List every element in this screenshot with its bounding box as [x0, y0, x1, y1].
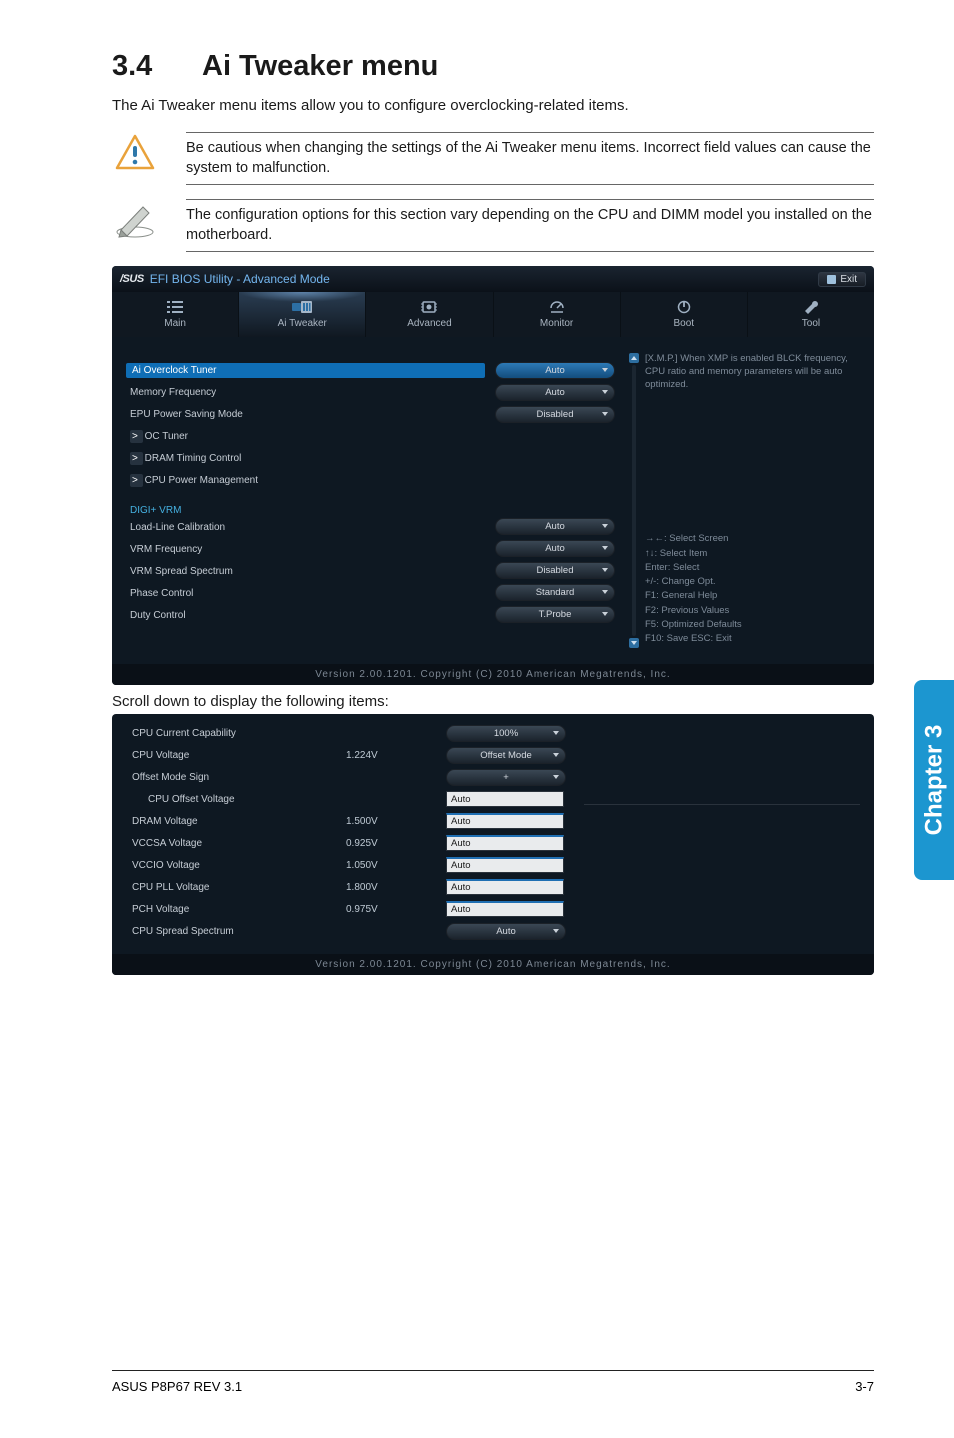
monitor-icon: [494, 298, 620, 316]
scroll-caption: Scroll down to display the following ite…: [112, 693, 874, 710]
row-cpu-pm[interactable]: CPU Power Management: [126, 475, 485, 486]
section-digi-vrm: DIGI+ VRM: [126, 501, 485, 516]
form-area: Ai Overclock Tuner Memory Frequency EPU …: [126, 349, 485, 646]
chip-icon: [366, 298, 492, 316]
warning-icon: [112, 132, 158, 172]
value-column: Auto Auto Disabled Auto Auto Disabled St…: [495, 349, 635, 646]
bios-footer: Version 2.00.1201. Copyright (C) 2010 Am…: [112, 664, 874, 685]
tab-ai-tweaker[interactable]: Ai Tweaker: [239, 292, 366, 337]
tab-advanced[interactable]: Advanced: [366, 292, 493, 337]
tab-boot[interactable]: Boot: [621, 292, 748, 337]
page-footer: ASUS P8P67 REV 3.1 3-7: [112, 1370, 874, 1394]
exit-label: Exit: [840, 274, 857, 285]
tool-icon: [748, 298, 874, 316]
bios-titlebar: /SUS EFI BIOS Utility - Advanced Mode Ex…: [112, 266, 874, 292]
row-cpu-voltage[interactable]: CPU Voltage: [126, 750, 346, 761]
chapter-label: Chapter 3: [920, 725, 948, 836]
exit-icon: [827, 275, 836, 284]
val-epu[interactable]: Disabled: [495, 406, 615, 423]
row-vccio[interactable]: VCCIO Voltage: [126, 860, 346, 871]
exit-button[interactable]: Exit: [818, 272, 866, 287]
row-phase[interactable]: Phase Control: [126, 588, 485, 599]
tab-boot-label: Boot: [621, 318, 747, 329]
tab-monitor[interactable]: Monitor: [494, 292, 621, 337]
input-vccio[interactable]: Auto: [446, 857, 564, 873]
row-cpu-cc[interactable]: CPU Current Capability: [126, 728, 346, 739]
scroll-down-icon[interactable]: [629, 638, 639, 648]
info-text: The configuration options for this secti…: [186, 199, 874, 252]
footer-page-number: 3-7: [855, 1379, 874, 1394]
val-cpu-cc[interactable]: 100%: [446, 725, 566, 742]
val-duty[interactable]: T.Probe: [495, 606, 615, 623]
chapter-tab: Chapter 3: [914, 680, 954, 880]
pencil-icon: [112, 199, 158, 239]
row-duty[interactable]: Duty Control: [126, 610, 485, 621]
page-heading: 3.4Ai Tweaker menu: [112, 50, 874, 83]
tab-bar: Main Ai Tweaker Advanced Monitor: [112, 292, 874, 337]
tab-tool-label: Tool: [748, 318, 874, 329]
tab-main-label: Main: [112, 318, 238, 329]
caution-text: Be cautious when changing the settings o…: [186, 132, 874, 185]
scroll-track[interactable]: [632, 365, 636, 636]
val-ai-overclock[interactable]: Auto: [495, 362, 615, 379]
tab-mon-label: Monitor: [494, 318, 620, 329]
row-vccsa[interactable]: VCCSA Voltage: [126, 838, 346, 849]
heading-number: 3.4: [112, 50, 202, 83]
row-pch[interactable]: PCH Voltage: [126, 904, 346, 915]
row-vrmss[interactable]: VRM Spread Spectrum: [126, 566, 485, 577]
input-dram-voltage[interactable]: Auto: [446, 813, 564, 829]
tab-adv-label: Advanced: [366, 318, 492, 329]
val-vccsa-current: 0.925V: [346, 838, 446, 849]
input-cpu-pll[interactable]: Auto: [446, 879, 564, 895]
brand-logo: /SUS: [120, 273, 144, 285]
row-llc[interactable]: Load-Line Calibration: [126, 522, 485, 533]
info-note: The configuration options for this secti…: [112, 199, 874, 252]
bios-footer-2: Version 2.00.1201. Copyright (C) 2010 Am…: [112, 954, 874, 975]
caution-note: Be cautious when changing the settings o…: [112, 132, 874, 185]
list-icon: [112, 298, 238, 316]
val-cpu-ss[interactable]: Auto: [446, 923, 566, 940]
val-pch-current: 0.975V: [346, 904, 446, 915]
bios-title: EFI BIOS Utility - Advanced Mode: [150, 272, 330, 286]
row-vrmf[interactable]: VRM Frequency: [126, 544, 485, 555]
scrollbar[interactable]: [630, 353, 638, 648]
footer-product: ASUS P8P67 REV 3.1: [112, 1379, 242, 1394]
val-phase[interactable]: Standard: [495, 584, 615, 601]
scroll-up-icon[interactable]: [629, 353, 639, 363]
val-vccio-current: 1.050V: [346, 860, 446, 871]
bios-panel-2: CPU Current Capability 100% CPU Voltage …: [112, 714, 874, 975]
nav-hints: →←: Select Screen ↑↓: Select Item Enter:…: [645, 518, 860, 646]
input-cpu-offset[interactable]: Auto: [446, 791, 564, 807]
val-llc[interactable]: Auto: [495, 518, 615, 535]
tab-ai-label: Ai Tweaker: [239, 318, 365, 329]
val-cpu-voltage[interactable]: Offset Mode: [446, 747, 566, 764]
val-mem-freq[interactable]: Auto: [495, 384, 615, 401]
row-offset-sign[interactable]: Offset Mode Sign: [126, 772, 346, 783]
val-pll-current: 1.800V: [346, 882, 446, 893]
val-vrmf[interactable]: Auto: [495, 540, 615, 557]
heading-title: Ai Tweaker menu: [202, 50, 438, 82]
val-offset-sign[interactable]: +: [446, 769, 566, 786]
row-dram[interactable]: DRAM Timing Control: [126, 453, 485, 464]
row-epu[interactable]: EPU Power Saving Mode: [126, 409, 485, 420]
tab-tool[interactable]: Tool: [748, 292, 874, 337]
bios-panel: /SUS EFI BIOS Utility - Advanced Mode Ex…: [112, 266, 874, 685]
help-text: [X.M.P.] When XMP is enabled BLCK freque…: [645, 349, 860, 391]
input-vccsa[interactable]: Auto: [446, 835, 564, 851]
row-cpu-offset[interactable]: CPU Offset Voltage: [126, 794, 346, 805]
val-cpu-voltage-current: 1.224V: [346, 750, 446, 761]
row-dram-voltage[interactable]: DRAM Voltage: [126, 816, 346, 827]
val-vrmss[interactable]: Disabled: [495, 562, 615, 579]
input-pch[interactable]: Auto: [446, 901, 564, 917]
tab-main[interactable]: Main: [112, 292, 239, 337]
val-dram-current: 1.500V: [346, 816, 446, 827]
divider: [584, 804, 860, 805]
intro-text: The Ai Tweaker menu items allow you to c…: [112, 97, 874, 114]
row-cpu-pll[interactable]: CPU PLL Voltage: [126, 882, 346, 893]
row-cpu-ss[interactable]: CPU Spread Spectrum: [126, 926, 346, 937]
row-ai-overclock[interactable]: Ai Overclock Tuner: [126, 363, 485, 378]
row-mem-freq[interactable]: Memory Frequency: [126, 387, 485, 398]
power-icon: [621, 298, 747, 316]
row-oc-tuner[interactable]: OC Tuner: [126, 431, 485, 442]
